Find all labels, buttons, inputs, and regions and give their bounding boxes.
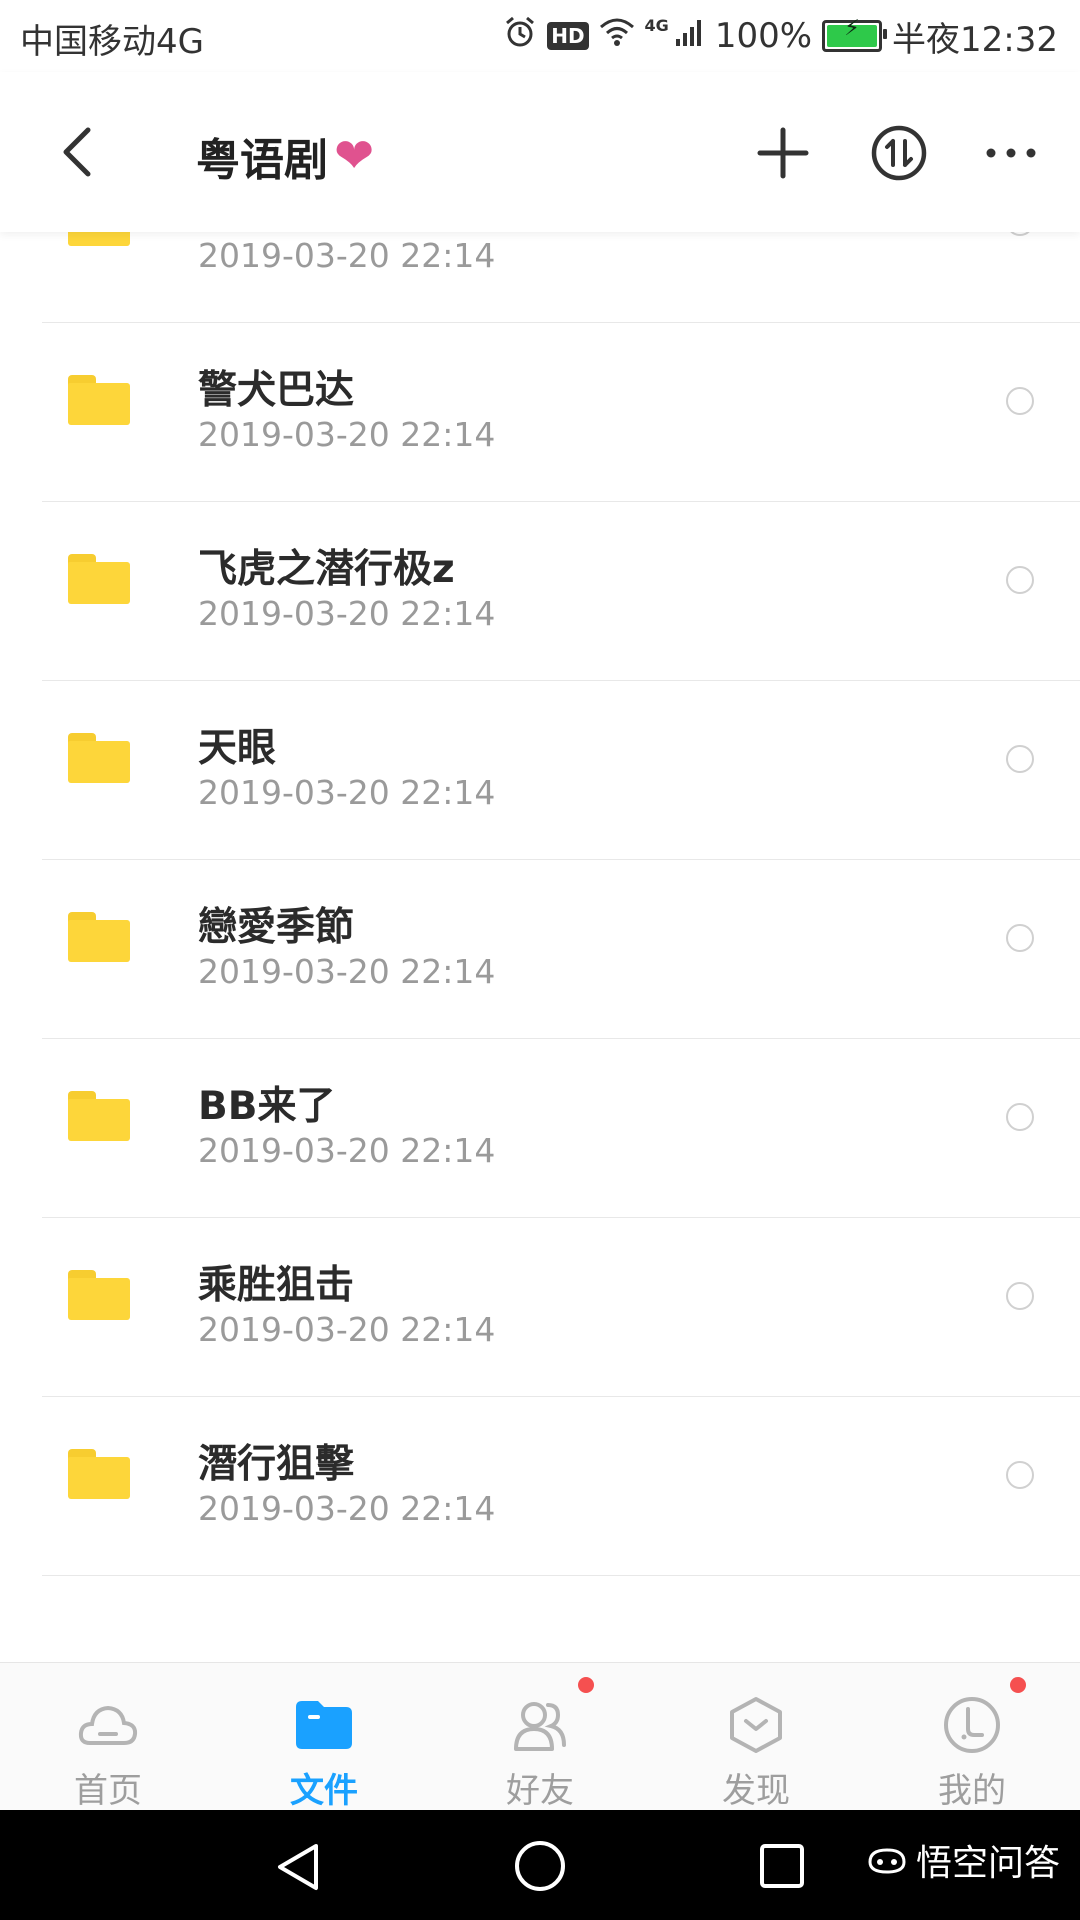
folder-icon (68, 733, 130, 783)
file-name: 乘胜狙击 (198, 1263, 355, 1308)
battery-icon: ⚡ (822, 16, 888, 52)
file-row[interactable]: 飞虎之潜行极z 2019-03-20 22:14 (0, 502, 1080, 681)
back-triangle-icon[interactable] (272, 1840, 326, 1894)
carrier-label: 中国移动4G (20, 22, 204, 62)
file-date: 2019-03-20 22:14 (198, 594, 496, 633)
sort-icon (871, 125, 927, 181)
folder-icon (68, 912, 130, 962)
folder-icon (68, 1270, 130, 1320)
title-text: 粤语剧 (196, 135, 328, 186)
file-name: 戀愛季節 (198, 905, 355, 950)
file-row[interactable]: 天眼 2019-03-20 22:14 (0, 681, 1080, 860)
file-date: 2019-03-20 22:14 (198, 773, 496, 812)
file-row[interactable]: 警犬巴达 2019-03-20 22:14 (0, 323, 1080, 502)
file-name: BB来了 (198, 1084, 336, 1129)
file-date: 2019-03-20 22:14 (198, 1310, 496, 1349)
nav-label: 好友 (506, 1771, 574, 1811)
select-radio[interactable] (1006, 566, 1034, 594)
back-icon (63, 127, 91, 177)
status-bar: 中国移动4G HD 4G 100% ⚡ 半夜12:32 (0, 0, 1080, 72)
back-button[interactable] (50, 122, 110, 182)
nav-label: 文件 (290, 1771, 358, 1811)
file-name: 警犬巴达 (198, 368, 355, 413)
select-radio[interactable] (1006, 745, 1034, 773)
file-name: 潛行狙擊 (198, 1442, 355, 1487)
file-row[interactable]: 潛行狙擊 2019-03-20 22:14 (0, 1397, 1080, 1576)
page-title: 粤语剧 ❤ (196, 124, 374, 188)
clock: 半夜12:32 (892, 19, 1058, 60)
heart-icon: ❤ (334, 128, 375, 184)
watermark-text: 悟空问答 (915, 1843, 1060, 1884)
file-date: 2019-03-20 22:14 (198, 952, 496, 991)
select-radio[interactable] (1006, 924, 1034, 952)
select-radio[interactable] (1006, 232, 1034, 236)
nav-friends[interactable]: 好友 (432, 1663, 648, 1811)
wifi-icon (599, 16, 635, 56)
folder-icon (296, 1701, 352, 1749)
notification-badge (578, 1677, 594, 1693)
nav-label: 首页 (74, 1771, 142, 1811)
signal-icon (675, 16, 705, 56)
nav-label: 发现 (722, 1771, 790, 1811)
wukong-logo-icon (868, 1848, 906, 1874)
nav-home[interactable]: 首页 (0, 1663, 216, 1811)
hd-icon: HD (547, 22, 589, 50)
status-icons: HD 4G 100% ⚡ 半夜12:32 (503, 10, 1058, 62)
friends-icon (514, 1702, 566, 1751)
notification-badge (1010, 1677, 1026, 1693)
alarm-icon (503, 15, 537, 58)
system-navigation-bar: 悟空问答 (0, 1810, 1080, 1920)
file-row[interactable]: 乘胜狙击 2019-03-20 22:14 (0, 1218, 1080, 1397)
battery-percent: 100% (714, 16, 813, 56)
file-name: 飞虎之潜行极z (198, 547, 455, 592)
select-radio[interactable] (1006, 1282, 1034, 1310)
file-date: 2019-03-20 22:14 (198, 1131, 496, 1170)
file-row[interactable]: 戀愛季節 2019-03-20 22:14 (0, 860, 1080, 1039)
file-row[interactable]: BB来了 2019-03-20 22:14 (0, 1039, 1080, 1218)
discover-icon (730, 1697, 782, 1753)
folder-icon (68, 1091, 130, 1141)
folder-icon (68, 375, 130, 425)
sort-button[interactable] (868, 122, 930, 184)
file-name: 天眼 (198, 726, 277, 771)
folder-icon (68, 232, 130, 246)
file-date: 2019-03-20 22:14 (198, 1489, 496, 1528)
nav-files[interactable]: 文件 (216, 1663, 432, 1811)
profile-icon (944, 1697, 1000, 1753)
add-button[interactable] (752, 122, 814, 184)
row-divider (42, 1575, 1080, 1576)
select-radio[interactable] (1006, 1103, 1034, 1131)
folder-icon (68, 554, 130, 604)
bottom-navigation: 首页 文件 好友 发现 我的 (0, 1662, 1080, 1811)
select-radio[interactable] (1006, 387, 1034, 415)
more-button[interactable] (980, 122, 1042, 184)
nav-profile[interactable]: 我的 (864, 1663, 1080, 1811)
watermark: 悟空问答 (866, 1834, 1060, 1886)
recents-square-icon[interactable] (756, 1840, 808, 1892)
select-radio[interactable] (1006, 1461, 1034, 1489)
network-type-label: 4G (644, 16, 669, 35)
file-date: 2019-03-20 22:14 (198, 236, 496, 275)
file-list: 逆缘2019-03-20 22:14警犬巴达2019-03-20 22:14飞虎… (0, 232, 1080, 1662)
file-row[interactable]: 逆缘2019-03-20 22:14 (0, 232, 1080, 323)
nav-discover[interactable]: 发现 (648, 1663, 864, 1811)
home-circle-icon[interactable] (512, 1838, 568, 1894)
app-header: 粤语剧 ❤ (0, 72, 1080, 232)
folder-icon (68, 1449, 130, 1499)
cloud-icon (78, 1705, 138, 1745)
plus-icon (757, 127, 809, 179)
file-date: 2019-03-20 22:14 (198, 415, 496, 454)
nav-label: 我的 (938, 1771, 1006, 1811)
more-icon (986, 148, 1036, 158)
